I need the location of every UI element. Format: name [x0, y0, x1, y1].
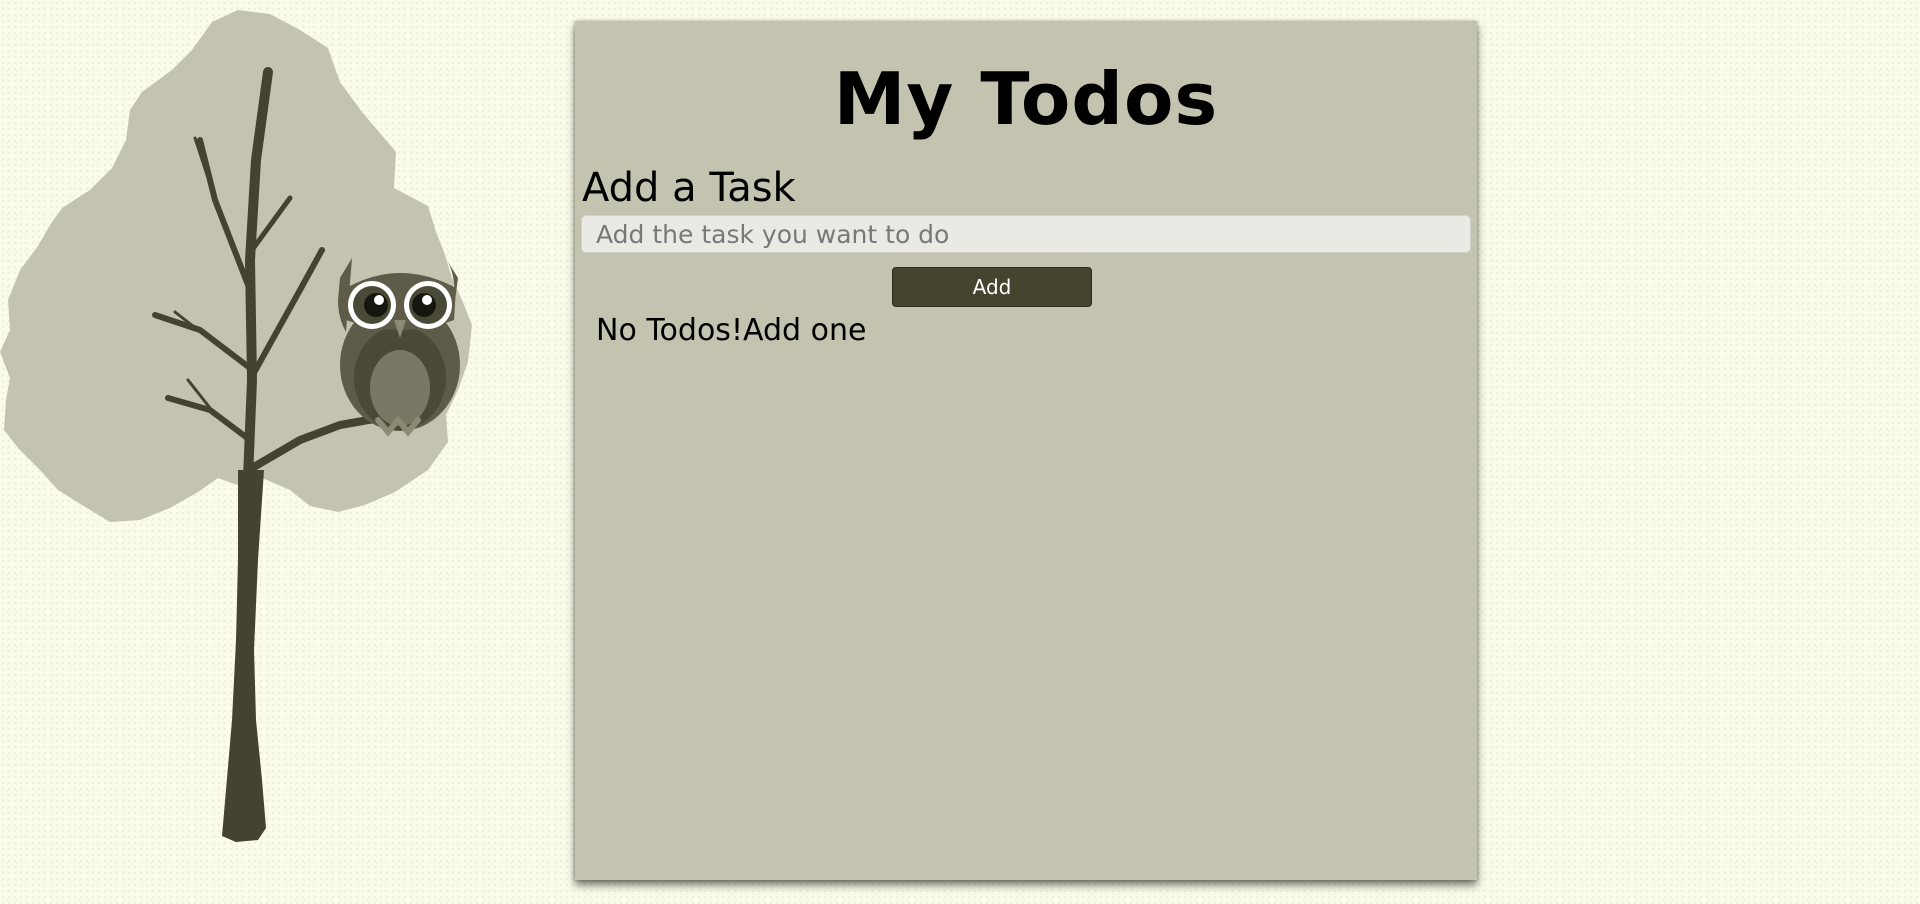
tree-foliage [0, 10, 472, 522]
task-input[interactable] [581, 215, 1471, 253]
owl-icon [338, 258, 460, 437]
empty-todos-message: No Todos!Add one [596, 313, 867, 348]
tree-owl-illustration [0, 10, 472, 842]
add-task-heading: Add a Task [582, 165, 796, 211]
page-title: My Todos [833, 57, 1219, 141]
add-button[interactable]: Add [892, 267, 1092, 307]
todo-panel: My Todos Add a Task Add No Todos!Add one [575, 21, 1477, 880]
tree-trunk [222, 470, 266, 842]
